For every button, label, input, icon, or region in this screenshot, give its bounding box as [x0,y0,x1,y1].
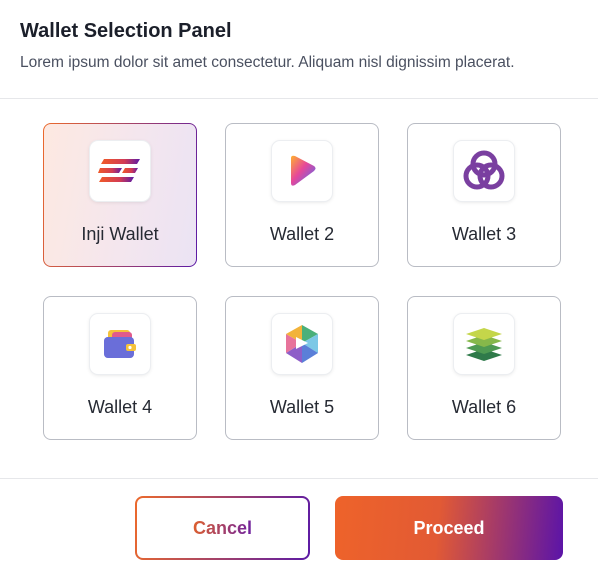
cancel-button-label: Cancel [192,517,253,538]
footer-divider [0,478,598,479]
wallet-label: Wallet 6 [451,397,517,417]
proceed-button-label: Proceed [413,517,485,538]
stack-layers-icon [454,314,514,374]
play-gradient-icon [272,141,332,201]
triple-ring-icon [454,141,514,201]
cancel-button[interactable]: Cancel [135,496,310,560]
panel-subtitle: Lorem ipsum dolor sit amet consectetur. … [20,54,515,71]
wallet-card-5[interactable]: Wallet 5 [225,296,379,440]
wallet-card-6[interactable]: Wallet 6 [407,296,561,440]
header-divider [0,98,598,99]
wallet-card-3[interactable]: Wallet 3 [407,123,561,267]
wallet-card-inji[interactable]: Inji Wallet [43,123,197,267]
wallet-card-2[interactable]: Wallet 2 [225,123,379,267]
wallet-label: Wallet 3 [451,224,517,244]
inji-logo-icon [90,141,150,201]
wallet-label: Wallet 5 [269,397,335,417]
wallet-label: Inji Wallet [81,224,159,244]
wallet-label: Wallet 4 [87,397,153,417]
wallet-cards-icon [90,314,150,374]
hexagon-arrow-icon [272,314,332,374]
panel-header: Wallet Selection Panel Lorem ipsum dolor… [20,18,588,73]
wallet-label: Wallet 2 [269,224,335,244]
panel-title: Wallet Selection Panel [20,20,232,42]
proceed-button[interactable]: Proceed [335,496,563,560]
wallet-card-4[interactable]: Wallet 4 [43,296,197,440]
